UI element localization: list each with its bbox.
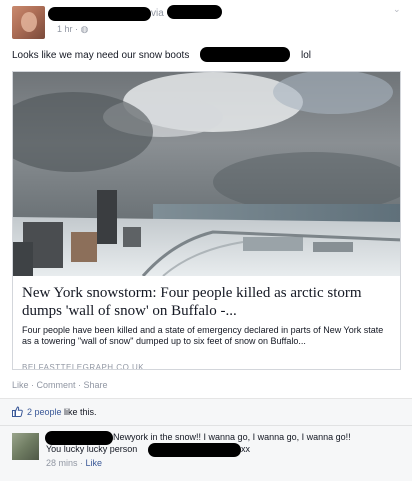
link-preview-image (13, 72, 400, 276)
likes-suffix: like this. (61, 407, 97, 417)
status-text-suffix: lol (301, 50, 312, 61)
likes-summary: 2 people like this. (27, 407, 97, 417)
post-actions: Like · Comment · Share (12, 380, 108, 390)
like-link[interactable]: Like (12, 380, 29, 390)
post-author-avatar[interactable] (12, 6, 45, 39)
comment-text-line2: You lucky lucky person (46, 444, 138, 454)
comment-link[interactable]: Comment (37, 380, 76, 390)
comment-meta: 28 mins · Like (46, 458, 102, 468)
comment: Newyork in the snow!! I wanna go, I wann… (0, 425, 412, 481)
link-preview-domain: BELFASTTELEGRAPH.CO.UK (22, 364, 145, 370)
link-preview-card[interactable]: New York snowstorm: Four people killed a… (12, 71, 401, 370)
likes-count-link[interactable]: 2 people (27, 407, 62, 417)
action-separator: · (75, 380, 84, 390)
comment-text-line1: Newyork in the snow!! I wanna go, I wann… (113, 432, 351, 442)
comment-meta-separator: · (77, 458, 86, 468)
redacted-mention (200, 47, 290, 62)
status-text-main: Looks like we may need our snow boots (12, 50, 190, 61)
comment-author-avatar[interactable] (12, 433, 39, 460)
redacted-author-name (48, 7, 151, 21)
thumbs-up-icon (12, 406, 23, 417)
comment-like-link[interactable]: Like (86, 458, 103, 468)
share-link[interactable]: Share (84, 380, 108, 390)
comment-text-suffix: xx (241, 444, 250, 454)
comment-timestamp[interactable]: 28 mins (46, 458, 78, 468)
link-preview-title[interactable]: New York snowstorm: Four people killed a… (22, 284, 392, 320)
redacted-app-name (167, 5, 222, 19)
post-options-chevron-icon[interactable]: ⌄ (393, 4, 403, 14)
link-preview-description: Four people have been killed and a state… (22, 325, 384, 346)
via-text: via (151, 8, 164, 19)
action-separator: · (28, 380, 37, 390)
status-text: Looks like we may need our snow boots lo… (12, 50, 311, 61)
post-timestamp[interactable]: 1 hr · ◍ (57, 24, 88, 35)
likes-row: 2 people like this. (0, 399, 412, 425)
redacted-comment-mention (148, 443, 241, 457)
redacted-commenter-name (45, 431, 113, 445)
